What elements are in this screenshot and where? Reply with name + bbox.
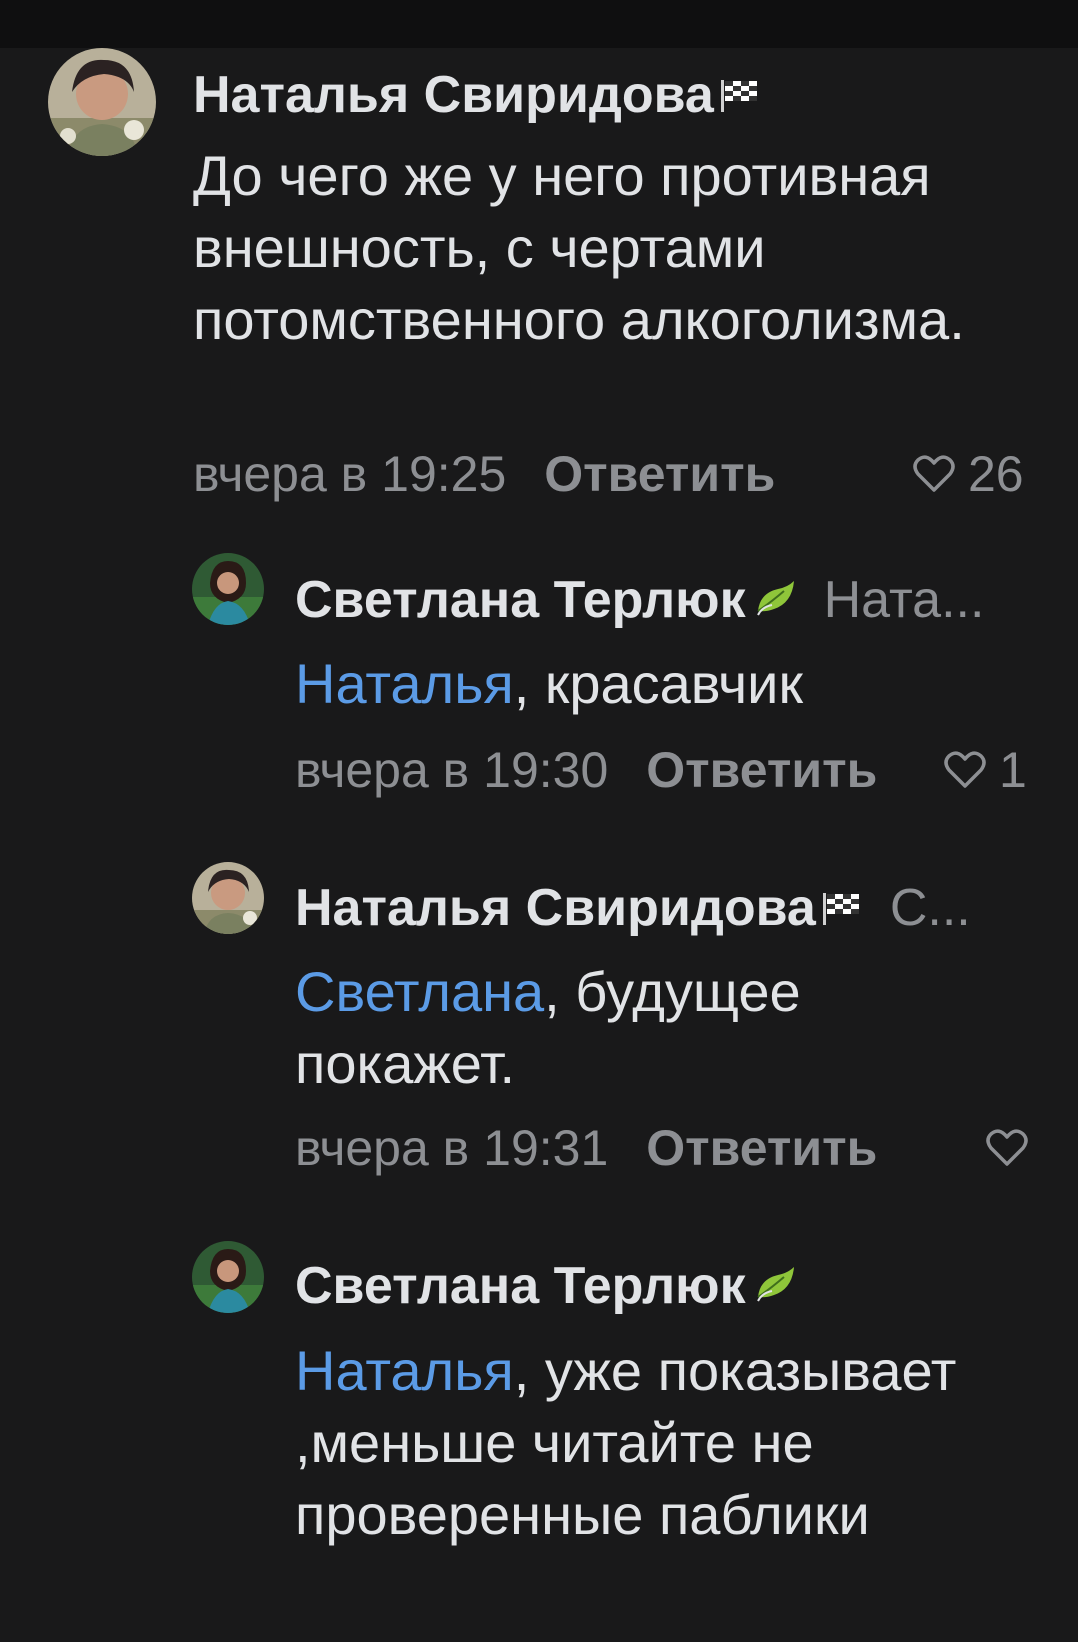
mention-link[interactable]: Светлана bbox=[295, 960, 544, 1023]
reply-button[interactable]: Ответить bbox=[646, 1119, 877, 1177]
heart-outline-icon bbox=[912, 454, 956, 494]
reply-button[interactable]: Ответить bbox=[646, 741, 877, 799]
author-name: Наталья Свиридова bbox=[295, 879, 816, 937]
comment-author[interactable]: Светлана Терлюк Ната... bbox=[295, 565, 984, 635]
mention-link[interactable]: Наталья bbox=[295, 652, 514, 715]
avatar[interactable] bbox=[192, 862, 264, 934]
reply-to-name[interactable]: С... bbox=[890, 878, 971, 938]
timestamp: вчера в 19:30 bbox=[295, 742, 609, 798]
timestamp: вчера в 19:25 bbox=[193, 446, 507, 502]
comment-author[interactable]: Наталья Свиридова bbox=[193, 60, 760, 130]
comment-author[interactable]: Светлана Терлюк bbox=[295, 1251, 796, 1321]
comment-author[interactable]: Наталья Свиридова С... bbox=[295, 873, 971, 943]
like-button[interactable] bbox=[985, 1118, 1029, 1178]
like-button[interactable]: 1 bbox=[943, 740, 1027, 800]
comment-meta: вчера в 19:25 Ответить bbox=[193, 444, 775, 504]
leaf-icon bbox=[752, 1256, 796, 1316]
avatar[interactable] bbox=[48, 48, 156, 156]
heart-outline-icon bbox=[943, 750, 987, 790]
timestamp: вчера в 19:31 bbox=[295, 1120, 609, 1176]
checkered-flag-icon bbox=[720, 65, 760, 125]
like-button[interactable]: 26 bbox=[912, 444, 1024, 504]
author-name: Светлана Терлюк bbox=[295, 1257, 746, 1315]
comment-text: Наталья, красавчик bbox=[295, 648, 1015, 720]
author-name: Светлана Терлюк bbox=[295, 571, 746, 629]
comment-meta: вчера в 19:30 Ответить bbox=[295, 740, 877, 800]
like-count: 26 bbox=[968, 446, 1024, 502]
mention-link[interactable]: Наталья bbox=[295, 1339, 514, 1402]
reply-button[interactable]: Ответить bbox=[544, 445, 775, 503]
reply-to-name[interactable]: Ната... bbox=[824, 570, 985, 630]
avatar[interactable] bbox=[192, 553, 264, 625]
checkered-flag-icon bbox=[822, 878, 862, 938]
heart-outline-icon bbox=[985, 1128, 1029, 1168]
top-bar bbox=[0, 0, 1078, 48]
comment-text: До чего же у него противная внешность, с… bbox=[193, 144, 965, 351]
comment-body: , красавчик bbox=[513, 652, 803, 715]
comment-text: Светлана, будущее покажет. bbox=[295, 956, 1015, 1100]
avatar[interactable] bbox=[192, 1241, 264, 1313]
comment-text: Наталья, уже показывает ,меньше читайте … bbox=[295, 1335, 1035, 1551]
like-count: 1 bbox=[999, 742, 1027, 798]
comment-meta: вчера в 19:31 Ответить bbox=[295, 1118, 877, 1178]
leaf-icon bbox=[752, 570, 796, 630]
author-name: Наталья Свиридова bbox=[193, 66, 714, 124]
